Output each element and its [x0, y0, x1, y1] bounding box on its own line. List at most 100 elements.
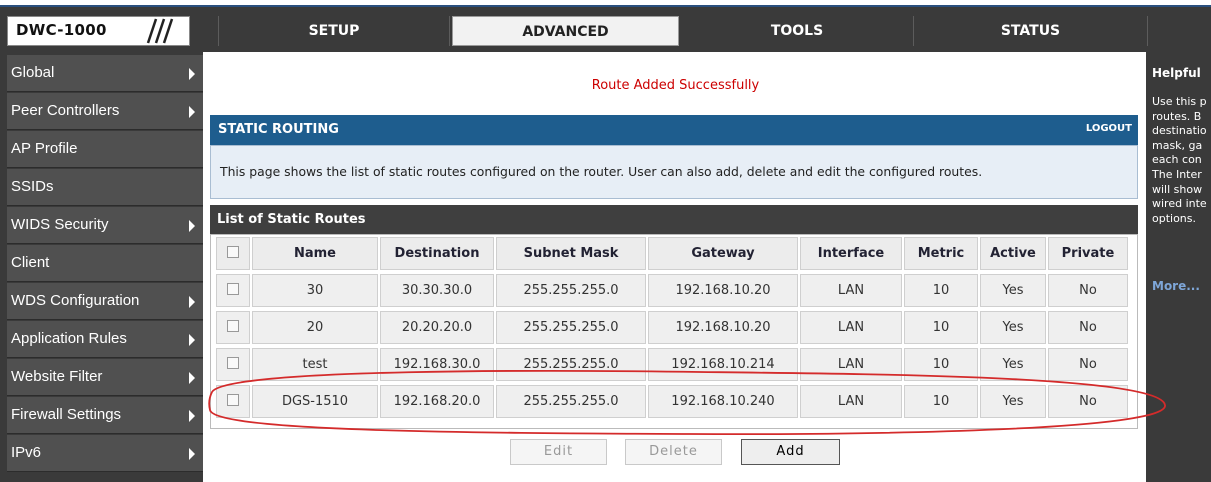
sidebar-item-label: Firewall Settings: [11, 406, 122, 423]
help-line: destinatio: [1152, 124, 1207, 138]
table-row: 20 20.20.20.0 255.255.255.0 192.168.10.2…: [216, 309, 1134, 346]
row-select-cell: [216, 311, 250, 344]
table-row: 30 30.30.30.0 255.255.255.0 192.168.10.2…: [216, 272, 1134, 309]
row-checkbox[interactable]: [227, 394, 239, 406]
table-row: test 192.168.30.0 255.255.255.0 192.168.…: [216, 346, 1134, 383]
tab-status[interactable]: STATUS: [914, 16, 1147, 46]
chevron-right-icon: [189, 410, 195, 422]
cell-metric: 10: [904, 348, 978, 381]
cell-metric: 10: [904, 274, 978, 307]
static-routes-table: Name Destination Subnet Mask Gateway Int…: [210, 234, 1138, 429]
help-text: Use this p routes. B destinatio mask, ga…: [1152, 95, 1207, 226]
help-panel: Helpful Use this p routes. B destinatio …: [1146, 52, 1211, 482]
chevron-right-icon: [189, 334, 195, 346]
select-all-cell: [216, 237, 250, 270]
cell-metric: 10: [904, 311, 978, 344]
tab-divider: [449, 16, 450, 46]
cell-private: No: [1048, 311, 1128, 344]
tab-tools[interactable]: TOOLS: [682, 16, 912, 46]
edit-button[interactable]: Edit: [510, 439, 607, 465]
sidebar-item-ap-profile[interactable]: AP Profile: [7, 131, 203, 168]
add-button[interactable]: Add: [741, 439, 840, 465]
chevron-right-icon: [189, 448, 195, 460]
tab-advanced[interactable]: ADVANCED: [452, 16, 679, 46]
help-title: Helpful: [1152, 66, 1201, 80]
sidebar-item-label: SSIDs: [11, 178, 54, 195]
column-header: Destination: [380, 237, 494, 270]
row-select-cell: [216, 274, 250, 307]
top-nav-bar: DWC-1000 SETUP ADVANCED TOOLS STATUS: [0, 7, 1211, 52]
cell-name: 30: [252, 274, 378, 307]
cell-subnet-mask: 255.255.255.0: [496, 311, 646, 344]
cell-name: 20: [252, 311, 378, 344]
cell-interface: LAN: [800, 385, 902, 418]
cell-subnet-mask: 255.255.255.0: [496, 385, 646, 418]
row-checkbox[interactable]: [227, 320, 239, 332]
cell-active: Yes: [980, 311, 1046, 344]
logout-link[interactable]: LOGOUT: [1086, 123, 1132, 134]
row-checkbox[interactable]: [227, 357, 239, 369]
sidebar-item-ssids[interactable]: SSIDs: [7, 169, 203, 206]
cell-name: test: [252, 348, 378, 381]
row-select-cell: [216, 348, 250, 381]
section-header: STATIC ROUTING LOGOUT: [210, 115, 1138, 145]
delete-button[interactable]: Delete: [625, 439, 722, 465]
cell-private: No: [1048, 385, 1128, 418]
sidebar-item-client[interactable]: Client: [7, 245, 203, 282]
cell-gateway: 192.168.10.240: [648, 385, 798, 418]
cell-gateway: 192.168.10.20: [648, 311, 798, 344]
cell-active: Yes: [980, 348, 1046, 381]
chevron-right-icon: [189, 68, 195, 80]
table-row: DGS-1510 192.168.20.0 255.255.255.0 192.…: [216, 383, 1134, 420]
row-checkbox[interactable]: [227, 283, 239, 295]
sidebar-item-label: Application Rules: [11, 330, 127, 347]
logo-text: DWC-1000: [16, 21, 107, 39]
help-line: mask, ga: [1152, 138, 1203, 152]
sidebar-item-ipv6[interactable]: IPv6: [7, 435, 203, 472]
sidebar-item-global[interactable]: Global: [7, 55, 203, 92]
column-header: Active: [980, 237, 1046, 270]
chevron-right-icon: [189, 296, 195, 308]
cell-destination: 30.30.30.0: [380, 274, 494, 307]
sidebar-item-firewall-settings[interactable]: Firewall Settings: [7, 397, 203, 434]
chevron-right-icon: [189, 372, 195, 384]
help-line: will show: [1152, 182, 1203, 196]
help-line: The Inter: [1152, 167, 1202, 181]
sidebar-item-label: Website Filter: [11, 368, 103, 385]
tab-setup[interactable]: SETUP: [219, 16, 449, 46]
table-header-row: Name Destination Subnet Mask Gateway Int…: [216, 235, 1134, 272]
column-header: Name: [252, 237, 378, 270]
description-box: This page shows the list of static route…: [210, 145, 1138, 199]
product-logo: DWC-1000: [7, 16, 190, 46]
help-line: Use this p: [1152, 95, 1207, 108]
sidebar-item-wids-security[interactable]: WIDS Security: [7, 207, 203, 244]
row-select-cell: [216, 385, 250, 418]
sidebar-item-peer-controllers[interactable]: Peer Controllers: [7, 93, 203, 130]
sidebar-item-wds-configuration[interactable]: WDS Configuration: [7, 283, 203, 320]
success-message: Route Added Successfully: [591, 78, 760, 93]
select-all-checkbox[interactable]: [227, 246, 239, 258]
cell-destination: 192.168.20.0: [380, 385, 494, 418]
list-header: List of Static Routes: [210, 205, 1138, 234]
cell-interface: LAN: [800, 274, 902, 307]
sidebar-item-label: Client: [11, 254, 50, 271]
list-title: List of Static Routes: [217, 212, 366, 227]
cell-interface: LAN: [800, 348, 902, 381]
sidebar-item-website-filter[interactable]: Website Filter: [7, 359, 203, 396]
sidebar-item-label: Global: [11, 64, 55, 81]
cell-private: No: [1048, 348, 1128, 381]
column-header: Interface: [800, 237, 902, 270]
sidebar-item-label: WDS Configuration: [11, 292, 140, 309]
help-line: routes. B: [1152, 109, 1202, 123]
sidebar-item-application-rules[interactable]: Application Rules: [7, 321, 203, 358]
help-more-link[interactable]: More...: [1152, 279, 1200, 293]
tab-divider: [1147, 16, 1148, 46]
column-header: Gateway: [648, 237, 798, 270]
cell-subnet-mask: 255.255.255.0: [496, 274, 646, 307]
cell-gateway: 192.168.10.214: [648, 348, 798, 381]
cell-private: No: [1048, 274, 1128, 307]
sidebar-item-label: Peer Controllers: [11, 102, 120, 119]
help-line: wired inte: [1152, 197, 1207, 211]
logo-slashes-icon: [146, 18, 174, 44]
column-header: Private: [1048, 237, 1128, 270]
